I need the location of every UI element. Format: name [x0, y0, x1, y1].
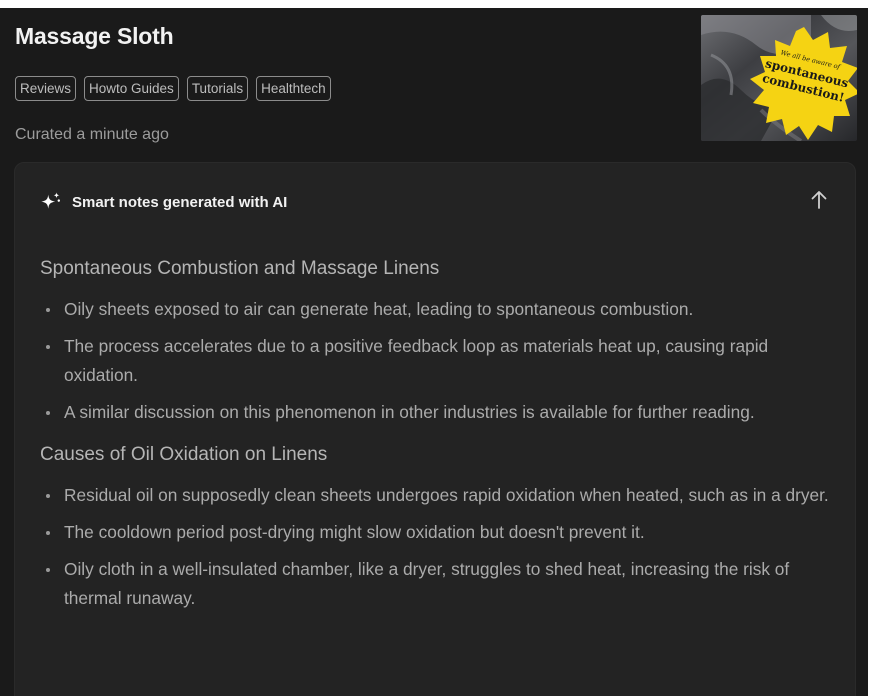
bullet-item: The process accelerates due to a positiv…	[40, 332, 840, 390]
bullet-item: Oily sheets exposed to air can generate …	[40, 295, 840, 324]
section-heading: Causes of Oil Oxidation on Linens	[40, 444, 328, 465]
tag-howto-guides[interactable]: Howto Guides	[84, 76, 179, 101]
tag-reviews[interactable]: Reviews	[15, 76, 77, 101]
smart-notes-header: Smart notes generated with AI	[40, 191, 287, 213]
bullet-item: Oily cloth in a well-insulated chamber, …	[40, 555, 840, 613]
page-title: Massage Sloth	[15, 23, 174, 49]
notes-content: Spontaneous Combustion and Massage Linen…	[40, 257, 840, 621]
bullet-item: The cooldown period post-drying might sl…	[40, 518, 840, 547]
notes-section: Causes of Oil Oxidation on Linens Residu…	[40, 443, 840, 613]
sparkle-icon	[41, 192, 60, 209]
smart-notes-card: Smart notes generated with AI Spontaneou…	[14, 162, 856, 696]
section-heading: Spontaneous Combustion and Massage Linen…	[40, 258, 440, 279]
article-panel: Massage Sloth Reviews Howto Guides Tutor…	[0, 8, 868, 696]
bullet-item: A similar discussion on this phenomenon …	[40, 398, 840, 427]
bullet-list: Oily sheets exposed to air can generate …	[40, 295, 840, 427]
tag-list: Reviews Howto Guides Tutorials Healthtec…	[15, 76, 331, 101]
bullet-item: Residual oil on supposedly clean sheets …	[40, 481, 840, 510]
article-thumbnail[interactable]: We all be aware of spontaneous combustio…	[701, 15, 857, 141]
smart-notes-title: Smart notes generated with AI	[72, 193, 288, 211]
thumbnail-image: We all be aware of spontaneous combustio…	[701, 15, 857, 141]
tag-healthtech[interactable]: Healthtech	[256, 76, 331, 101]
curated-timestamp: Curated a minute ago	[15, 126, 169, 143]
tag-tutorials[interactable]: Tutorials	[186, 76, 249, 101]
bullet-list: Residual oil on supposedly clean sheets …	[40, 481, 840, 613]
notes-section: Spontaneous Combustion and Massage Linen…	[40, 257, 840, 427]
arrow-up-icon[interactable]	[809, 189, 829, 211]
